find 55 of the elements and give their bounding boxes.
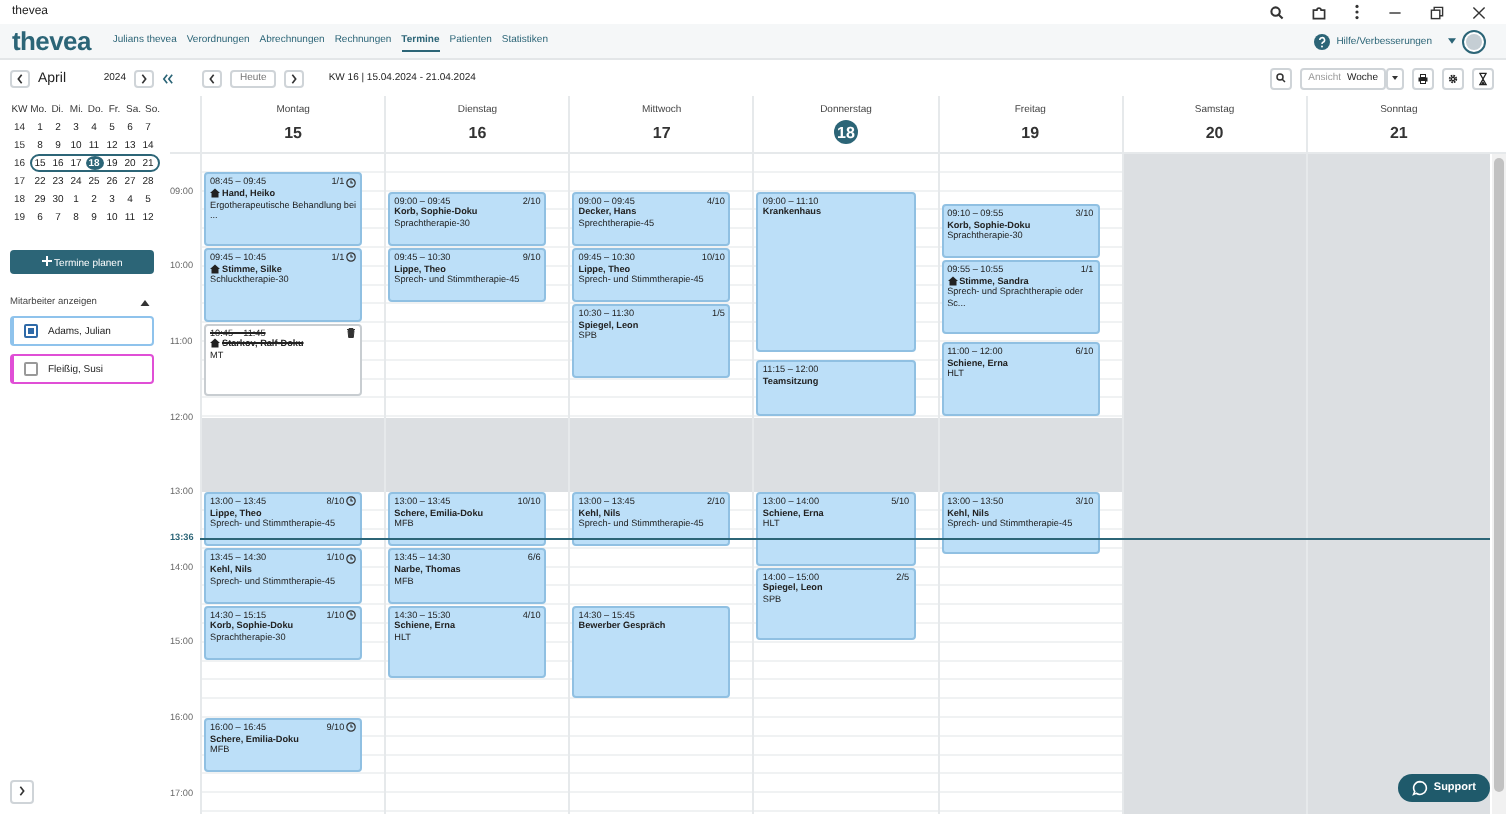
puzzle-icon[interactable] — [1312, 5, 1326, 19]
house-icon — [210, 263, 220, 274]
clock-icon — [346, 722, 357, 733]
date-number: 20 — [1203, 121, 1226, 144]
date-number: 15 — [282, 121, 305, 144]
plus-icon — [41, 255, 52, 265]
next-month-button[interactable] — [134, 69, 154, 87]
house-icon — [947, 276, 958, 287]
caret-icon — [1392, 74, 1398, 82]
scrollbar[interactable] — [1492, 154, 1506, 814]
checkbox[interactable] — [24, 362, 38, 376]
hourglass-icon — [1478, 71, 1488, 85]
date-number: 19 — [1019, 121, 1042, 144]
house-icon — [210, 188, 220, 199]
trash-icon[interactable] — [346, 327, 357, 338]
hourglass-button[interactable] — [1472, 67, 1494, 89]
double-chevron-left-icon — [162, 73, 174, 83]
date-number: 18 — [833, 120, 858, 144]
date-number: 16 — [466, 121, 489, 144]
chevron-right-icon — [18, 786, 26, 796]
chevron-right-icon — [140, 73, 148, 83]
restore-icon[interactable] — [1430, 5, 1444, 19]
house-icon — [210, 338, 220, 349]
logo[interactable]: thevea — [12, 26, 91, 56]
settings-icon — [1448, 71, 1458, 85]
dropdown-button[interactable] — [1386, 67, 1404, 89]
previous-month-button[interactable] — [10, 69, 30, 87]
search-icon[interactable] — [1270, 5, 1284, 19]
checkbox[interactable] — [24, 324, 38, 338]
chevron-left-icon — [16, 73, 24, 83]
chevron-left-icon — [208, 73, 216, 83]
printer-icon — [1418, 71, 1428, 85]
print-button[interactable] — [1412, 67, 1434, 89]
clock-icon — [346, 609, 357, 620]
chat-icon — [1411, 780, 1428, 796]
clock-icon — [346, 252, 357, 263]
more-icon[interactable] — [1354, 4, 1360, 20]
clock-icon — [346, 553, 357, 564]
caret-icon[interactable] — [1448, 38, 1456, 44]
caret-icon[interactable] — [140, 300, 150, 306]
collapse-sidebar-button[interactable] — [162, 69, 174, 87]
search-icon — [1276, 72, 1287, 84]
settings-button[interactable] — [1442, 67, 1464, 89]
help-icon[interactable] — [1314, 33, 1331, 49]
date-number: 21 — [1387, 121, 1410, 144]
expand-button[interactable] — [10, 780, 34, 804]
close-icon[interactable] — [1472, 5, 1486, 19]
next-week-button[interactable] — [284, 69, 305, 87]
chevron-right-icon — [290, 73, 299, 83]
search-button[interactable] — [1270, 67, 1293, 89]
clock-icon — [346, 177, 357, 188]
date-number: 17 — [650, 121, 673, 144]
avatar-icon[interactable] — [1462, 29, 1486, 53]
previous-week-button[interactable] — [202, 69, 222, 87]
clock-icon — [346, 496, 357, 507]
